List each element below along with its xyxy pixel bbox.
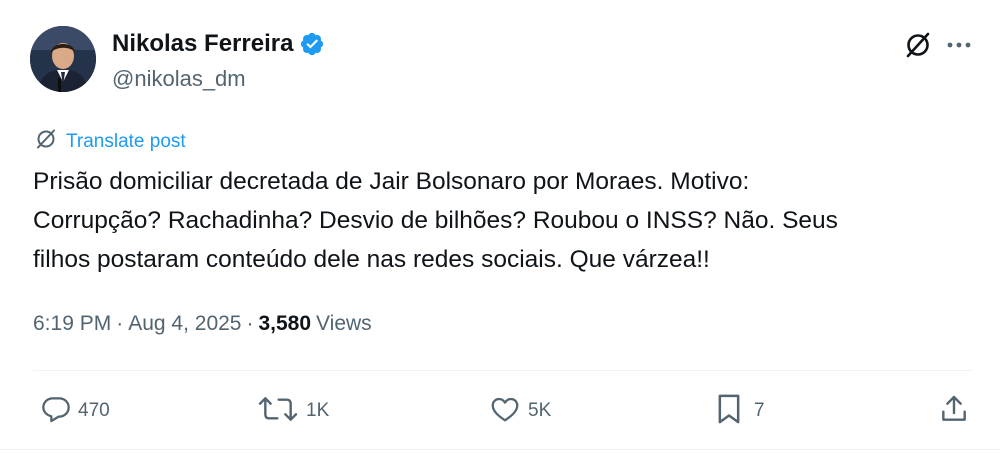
like-button[interactable]: 5K [488,393,551,429]
views-count: 3,580 [258,312,312,335]
more-icon[interactable] [942,30,976,58]
author-handle[interactable]: @nikolas_dm [112,66,246,92]
bookmark-icon [714,392,744,431]
tweet-card: Nikolas Ferreira @nikolas_dm Translate p… [0,0,1000,453]
reply-button[interactable]: 470 [40,393,110,429]
repost-icon [256,393,300,430]
verified-badge-icon [299,31,325,57]
repost-count: 1K [306,400,330,421]
reply-count: 470 [78,400,110,421]
post-text: Prisão domiciliar decretada de Jair Bols… [33,168,838,273]
translate-post-link[interactable]: Translate post [34,127,186,156]
meta-separator: · [116,312,124,335]
post-meta: 6:19 PM · Aug 4, 2025 · 3,580 Views [33,312,372,336]
translate-icon [34,127,58,156]
post-date[interactable]: Aug 4, 2025 [128,312,241,336]
post-time[interactable]: 6:19 PM [33,312,111,336]
author-name[interactable]: Nikolas Ferreira [112,30,293,58]
like-count: 5K [528,400,552,421]
views-label: Views [316,312,372,335]
repost-button[interactable]: 1K [256,393,329,429]
like-icon [488,393,522,430]
meta-separator: · [246,312,254,335]
translate-label[interactable]: Translate post [66,131,186,153]
bookmark-button[interactable]: 7 [714,393,765,429]
divider [33,370,973,371]
grok-icon[interactable] [904,31,932,59]
share-icon [938,393,970,430]
bottom-border [0,449,1000,450]
avatar[interactable] [30,26,96,92]
share-button[interactable] [938,393,970,429]
author-name-row[interactable]: Nikolas Ferreira [112,30,325,58]
bookmark-count: 7 [754,400,765,421]
reply-icon [40,393,72,430]
